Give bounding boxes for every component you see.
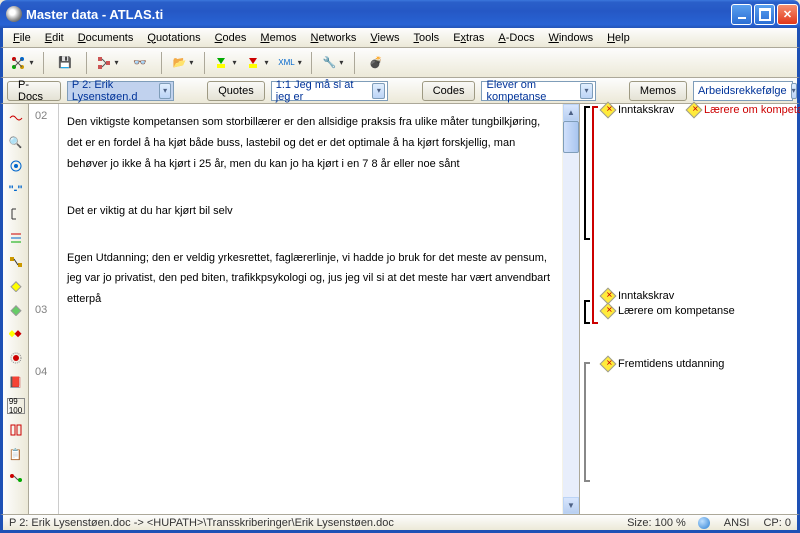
status-cp: CP: 0	[763, 517, 791, 529]
wrench-icon[interactable]: 🔧	[320, 52, 346, 74]
code-inntakskrav-2[interactable]: Inntakskrav	[602, 290, 674, 302]
code-icon	[600, 102, 617, 119]
scroll-thumb[interactable]	[563, 121, 579, 153]
tagyellow-icon[interactable]	[7, 278, 25, 294]
tree-icon[interactable]	[95, 52, 121, 74]
quotes-button[interactable]: Quotes	[207, 81, 264, 101]
globe-icon	[698, 517, 710, 529]
bracket-icon[interactable]	[7, 206, 25, 222]
para-margin: 02 03 04	[29, 104, 59, 514]
binoculars-icon[interactable]: 👓	[127, 52, 153, 74]
para-num-02: 02	[35, 110, 47, 122]
close-button[interactable]	[777, 4, 798, 25]
code-laerere-1[interactable]: Lærere om kompetanse	[688, 104, 800, 116]
net-icon[interactable]	[7, 254, 25, 270]
menubar: File Edit Documents Quotations Codes Mem…	[0, 28, 800, 48]
code-icon	[600, 303, 617, 320]
status-size: Size: 100 %	[627, 517, 686, 529]
code-fremtidens[interactable]: Fremtidens utdanning	[602, 358, 724, 370]
codes-combo[interactable]: Elever om kompetanse▾	[481, 81, 595, 101]
bars-icon[interactable]	[7, 230, 25, 246]
para-num-03: 03	[35, 304, 47, 316]
secondary-toolbar: P-Docs P 2: Erik Lysenstøen.d▾ Quotes 1:…	[0, 78, 800, 104]
book-icon[interactable]: 📕	[7, 374, 25, 390]
status-enc: ANSI	[724, 517, 750, 529]
para-num-04: 04	[35, 366, 47, 378]
branch-icon[interactable]	[9, 52, 35, 74]
maximize-button[interactable]	[754, 4, 775, 25]
pdocs-button[interactable]: P-Docs	[7, 81, 61, 101]
xml-icon[interactable]: XML	[277, 52, 303, 74]
quotes-combo[interactable]: 1:1 Jeg må si at jeg er▾	[271, 81, 389, 101]
code-icon	[686, 102, 703, 119]
pdocs-combo[interactable]: P 2: Erik Lysenstøen.d▾	[67, 81, 174, 101]
magnifier-icon[interactable]: 🔍	[7, 134, 25, 150]
bracket-3[interactable]	[584, 362, 590, 482]
app-icon	[6, 6, 22, 22]
dot-icon[interactable]	[7, 350, 25, 366]
menu-memos[interactable]: Memos	[254, 30, 302, 46]
menu-codes[interactable]: Codes	[209, 30, 253, 46]
code-icon	[600, 356, 617, 373]
minimize-button[interactable]	[731, 4, 752, 25]
menu-extras[interactable]: Extras	[447, 30, 490, 46]
codes-button[interactable]: Codes	[422, 81, 476, 101]
statusbar: P 2: Erik Lysenstøen.doc -> <HUPATH>\Tra…	[0, 514, 800, 533]
menu-views[interactable]: Views	[364, 30, 405, 46]
bomb-icon[interactable]: 💣	[363, 52, 389, 74]
main-toolbar: 💾 👓 📂 XML 🔧 💣	[0, 48, 800, 78]
menu-networks[interactable]: Networks	[304, 30, 362, 46]
target-icon[interactable]	[7, 158, 25, 174]
scroll-down-button[interactable]: ▼	[563, 497, 579, 514]
main-area: 🔍 "-" 📕 99100 📋 02 03 04 Den viktigste k…	[0, 104, 800, 514]
code-inntakskrav-1[interactable]: Inntakskrav	[602, 104, 674, 116]
highlight2-icon[interactable]	[245, 52, 271, 74]
nodes-icon[interactable]	[7, 470, 25, 486]
quotes-icon[interactable]: "-"	[7, 182, 25, 198]
scroll-up-button[interactable]: ▲	[563, 104, 579, 121]
code-panel: Inntakskrav Lærere om kompetanse Inntaks…	[579, 104, 797, 514]
wavy-icon[interactable]	[7, 110, 25, 126]
bracket-1b[interactable]	[592, 106, 598, 324]
bracket-2a[interactable]	[584, 300, 590, 324]
taggreen-icon[interactable]	[7, 302, 25, 318]
num-icon[interactable]: 99100	[7, 398, 25, 414]
paste-icon[interactable]: 📋	[7, 446, 25, 462]
cols-icon[interactable]	[7, 422, 25, 438]
menu-quotations[interactable]: Quotations	[141, 30, 206, 46]
vertical-scrollbar[interactable]: ▲ ▼	[562, 104, 579, 514]
titlebar: Master data - ATLAS.ti	[0, 0, 800, 28]
bracket-1a[interactable]	[584, 106, 590, 240]
menu-windows[interactable]: Windows	[542, 30, 599, 46]
document-area[interactable]: Den viktigste kompetansen som storbillær…	[59, 104, 562, 514]
open-icon[interactable]: 📂	[170, 52, 196, 74]
menu-edit[interactable]: Edit	[39, 30, 70, 46]
menu-tools[interactable]: Tools	[408, 30, 446, 46]
menu-documents[interactable]: Documents	[72, 30, 140, 46]
paragraph-3[interactable]: Egen Utdanning; den er veldig yrkesrette…	[67, 248, 554, 311]
save-icon[interactable]: 💾	[52, 52, 78, 74]
menu-help[interactable]: Help	[601, 30, 636, 46]
paragraph-2[interactable]: Det er viktig at du har kjørt bil selv	[67, 201, 554, 222]
memos-button[interactable]: Memos	[629, 81, 687, 101]
menu-adocs[interactable]: A-Docs	[492, 30, 540, 46]
code-laerere-2[interactable]: Lærere om kompetanse	[602, 305, 735, 317]
tagmulti-icon[interactable]	[7, 326, 25, 342]
left-toolbar: 🔍 "-" 📕 99100 📋	[3, 104, 29, 514]
memos-combo[interactable]: Arbeidsrekkefølge▾	[693, 81, 793, 101]
paragraph-1[interactable]: Den viktigste kompetansen som storbillær…	[67, 112, 554, 175]
highlight1-icon[interactable]	[213, 52, 239, 74]
menu-file[interactable]: File	[7, 30, 37, 46]
window-title: Master data - ATLAS.ti	[26, 7, 731, 22]
status-path: P 2: Erik Lysenstøen.doc -> <HUPATH>\Tra…	[9, 517, 394, 529]
